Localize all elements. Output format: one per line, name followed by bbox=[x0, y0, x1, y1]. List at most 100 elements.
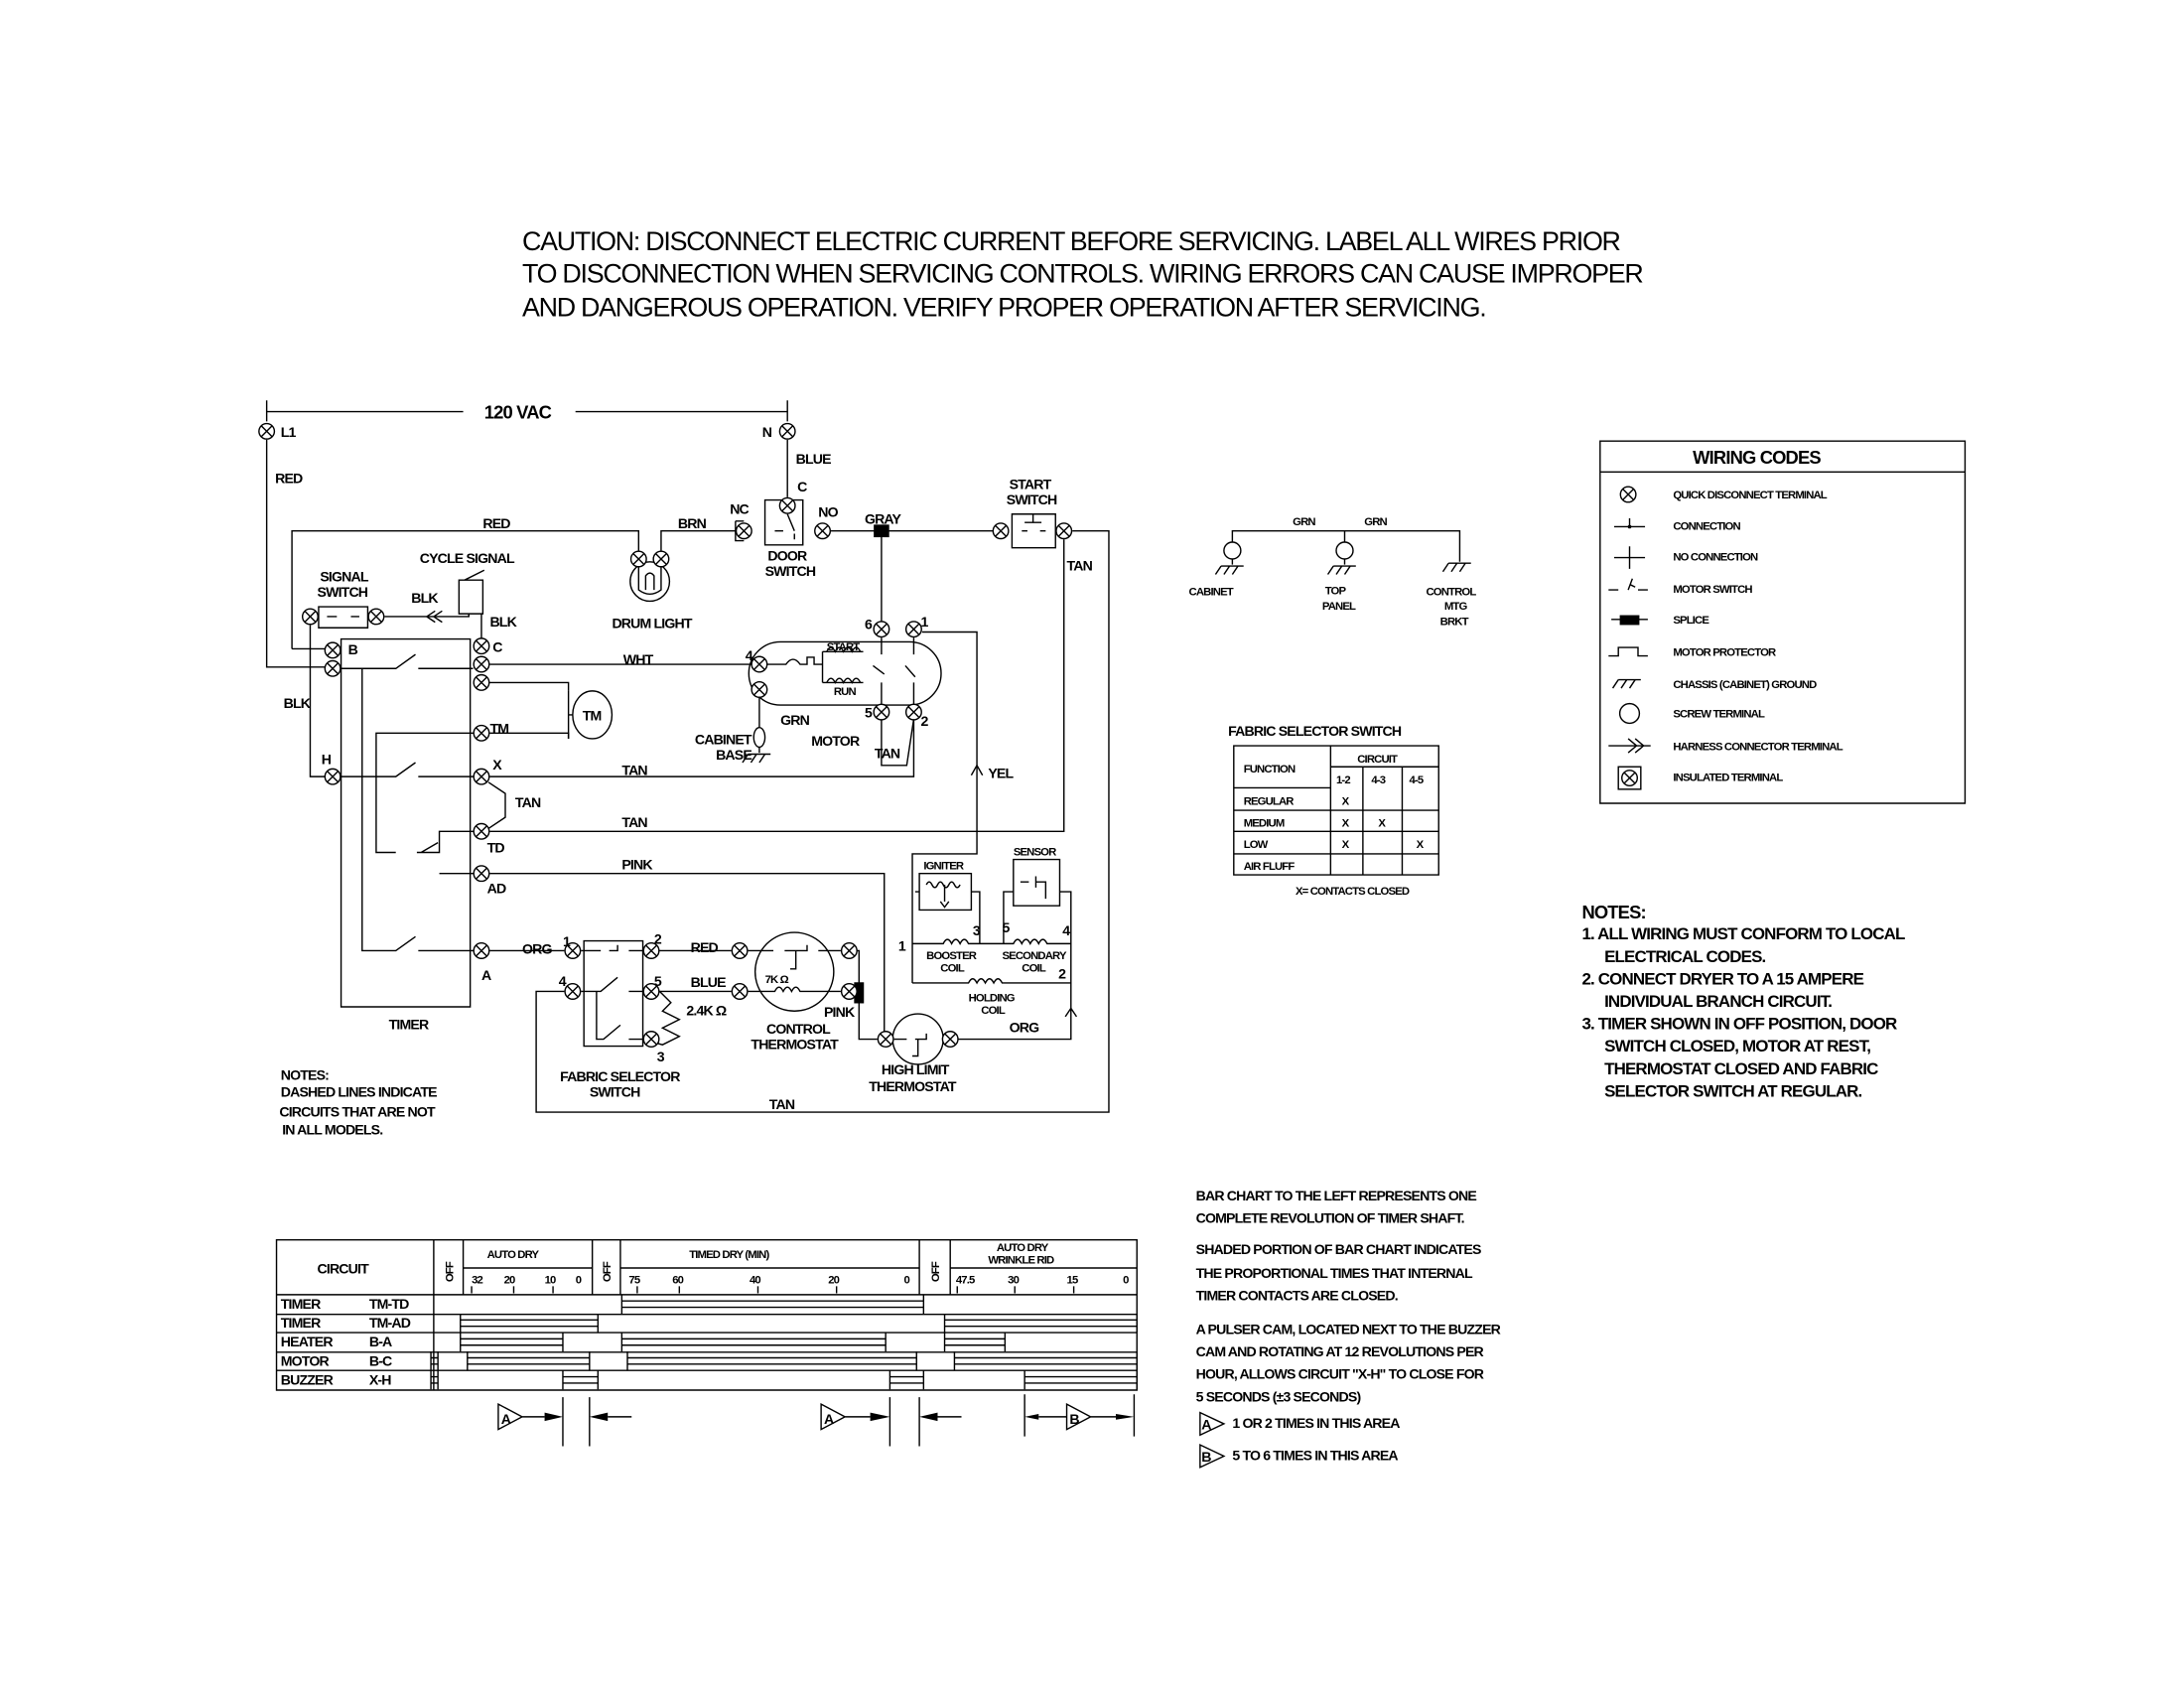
legend-label: MOTOR SWITCH bbox=[1673, 584, 1752, 596]
marker-b: B bbox=[1069, 1411, 1079, 1427]
l1-label: L1 bbox=[281, 424, 297, 440]
harness-connector-icon bbox=[1608, 738, 1651, 754]
terminal-label: C bbox=[797, 479, 807, 494]
tick-label: 10 bbox=[545, 1275, 556, 1287]
wire-label: GRAY bbox=[865, 511, 902, 527]
table-cell: X bbox=[1378, 817, 1386, 829]
component-label: MOTOR bbox=[811, 733, 860, 749]
fabric-selector-table: FABRIC SELECTOR SWITCH FUNCTION CIRCUIT … bbox=[1228, 723, 1439, 898]
ground-connections: GRN GRN CABINET TOP PANEL CONTROL MTG BR… bbox=[1189, 516, 1478, 628]
n-label: N bbox=[762, 424, 772, 440]
tick-label: 15 bbox=[1067, 1275, 1078, 1287]
terminal-label: 4 bbox=[746, 647, 753, 663]
contact-closed-bar bbox=[620, 1333, 887, 1352]
terminal-label: 2 bbox=[654, 930, 662, 946]
insulated-terminal-icon bbox=[1617, 766, 1642, 790]
contact-closed-bar bbox=[626, 1351, 917, 1371]
row-label: AIR FLUFF bbox=[1244, 861, 1296, 873]
legend-label: QUICK DISCONNECT TERMINAL bbox=[1673, 490, 1827, 501]
wire-label: YEL bbox=[988, 766, 1014, 781]
column-header: CIRCUIT bbox=[1357, 754, 1398, 766]
circuit-code: B-A bbox=[369, 1334, 392, 1349]
tick-label: 0 bbox=[576, 1275, 582, 1287]
wire-label: PINK bbox=[621, 856, 653, 872]
component-label: SENSOR bbox=[1014, 846, 1056, 858]
tick-label: 47.5 bbox=[956, 1275, 975, 1287]
schematic-labels: 120 VAC L1 N RED BLUE C NC NO RED BRN GR… bbox=[275, 402, 1093, 1138]
terminal-label: 1 bbox=[921, 614, 929, 630]
circuit-code: X-H bbox=[369, 1371, 391, 1387]
wire-label: RED bbox=[691, 939, 719, 955]
schematic: 120 VAC L1 N RED BLUE C NC NO RED BRN GR… bbox=[258, 400, 1110, 1138]
off-label: OFF bbox=[930, 1261, 942, 1282]
terminal-label: B bbox=[348, 641, 358, 657]
row-label: REGULAR bbox=[1244, 795, 1295, 807]
tick-label: 40 bbox=[750, 1275, 760, 1287]
legend-title: WIRING CODES bbox=[1693, 447, 1821, 468]
tick-labels: 32 20 10 0 75 60 40 20 0 47.5 30 15 0 bbox=[472, 1275, 1130, 1287]
table-rows: REGULAR XMEDIUM X XLOW X XAIR FLUFF bbox=[1244, 795, 1426, 873]
wire-label: TAN bbox=[621, 814, 647, 830]
note-line: 3. TIMER SHOWN IN OFF POSITION, DOOR bbox=[1581, 1015, 1897, 1034]
quick-disconnect-terminal-icon bbox=[1619, 486, 1637, 503]
table-title: FABRIC SELECTOR SWITCH bbox=[1228, 723, 1402, 739]
component-label: SWITCH bbox=[1007, 492, 1057, 507]
note-line: 2. CONNECT DRYER TO A 15 AMPERE bbox=[1581, 969, 1863, 988]
wire-label: PINK bbox=[824, 1004, 856, 1020]
legend-label: INSULATED TERMINAL bbox=[1673, 772, 1783, 783]
general-notes: NOTES: 1. ALL WIRING MUST CONFORM TO LOC… bbox=[1581, 902, 1905, 1101]
terminal-label: 4 bbox=[1062, 922, 1070, 938]
wire-label: WHT bbox=[623, 651, 654, 667]
no-connection-icon bbox=[1613, 546, 1646, 569]
contact-closed-bar bbox=[888, 1370, 925, 1390]
legend-label: MOTOR PROTECTOR bbox=[1673, 647, 1776, 659]
wire-label: BLUE bbox=[796, 451, 831, 467]
wire-label: BRN bbox=[678, 515, 707, 531]
chart-rows: TIMER TM-TD TIMER TM-AD HEATER B-A MOTOR B-C BUZ… bbox=[281, 1296, 412, 1387]
tick-label: 60 bbox=[672, 1275, 683, 1287]
notes-title: NOTES: bbox=[1581, 902, 1645, 922]
component-label: FABRIC SELECTOR bbox=[560, 1068, 680, 1084]
caution-line-3: AND DANGEROUS OPERATION. VERIFY PROPER O… bbox=[522, 292, 1485, 322]
note-line: THE PROPORTIONAL TIMES THAT INTERNAL bbox=[1196, 1265, 1473, 1281]
circuit-name: MOTOR bbox=[281, 1352, 330, 1368]
wire-label: GRN bbox=[780, 712, 809, 728]
chart-notes: BAR CHART TO THE LEFT REPRESENTS ONE COM… bbox=[1196, 1188, 1502, 1469]
wire-label: ORG bbox=[1010, 1019, 1039, 1035]
timer-motor-label: TM bbox=[583, 708, 602, 724]
legend-label: SPLICE bbox=[1673, 615, 1709, 627]
terminal-label: 5 bbox=[1003, 919, 1011, 935]
column-header: CIRCUIT bbox=[318, 1261, 370, 1277]
wire-label: BLK bbox=[489, 614, 517, 630]
note-line: COMPLETE REVOLUTION OF TIMER SHAFT. bbox=[1196, 1210, 1464, 1226]
note-line: ELECTRICAL CODES. bbox=[1604, 947, 1765, 966]
contact-closed-bar bbox=[943, 1333, 1007, 1352]
component-label: COIL bbox=[940, 963, 965, 975]
ground-label: CONTROL bbox=[1427, 587, 1477, 599]
chassis-ground-icon bbox=[1611, 678, 1642, 689]
ground-label: BRKT bbox=[1440, 616, 1469, 628]
tick-label: 20 bbox=[504, 1275, 515, 1287]
contact-closed-bar bbox=[562, 1370, 600, 1390]
pulse-markers: A A B bbox=[497, 1394, 1136, 1447]
component-label: IGNITER bbox=[923, 860, 964, 872]
component-label: SWITCH bbox=[765, 563, 816, 579]
note-line: SELECTOR SWITCH AT REGULAR. bbox=[1604, 1081, 1861, 1100]
row-label: MEDIUM bbox=[1244, 817, 1285, 829]
note-line: A PULSER CAM, LOCATED NEXT TO THE BUZZER bbox=[1196, 1321, 1501, 1336]
note-line: BAR CHART TO THE LEFT REPRESENTS ONE bbox=[1196, 1188, 1477, 1203]
timer-sequence-chart: CIRCUIT OFF OFF OFF AUTO DRY TIMED DRY (… bbox=[275, 1239, 1138, 1447]
component-label: BOOSTER bbox=[926, 950, 977, 962]
circuit-name: BUZZER bbox=[281, 1371, 334, 1387]
wiring-codes-legend: WIRING CODES QUICK DISCONNECT TERMINAL CO… bbox=[1599, 440, 1967, 804]
component-label: SECONDARY bbox=[1003, 950, 1067, 962]
note-line: 5 TO 6 TIMES IN THIS AREA bbox=[1232, 1448, 1398, 1464]
wire-label: BLUE bbox=[691, 974, 726, 990]
circuit-name: TIMER bbox=[281, 1315, 321, 1331]
contact-closed-bar bbox=[467, 1351, 591, 1371]
component-label: COIL bbox=[1022, 963, 1046, 975]
off-label: OFF bbox=[445, 1261, 457, 1282]
table-cell: X bbox=[1342, 839, 1350, 851]
terminal-label: 5 bbox=[865, 705, 873, 721]
caution-line-2: TO DISCONNECTION WHEN SERVICING CONTROLS… bbox=[522, 258, 1643, 288]
